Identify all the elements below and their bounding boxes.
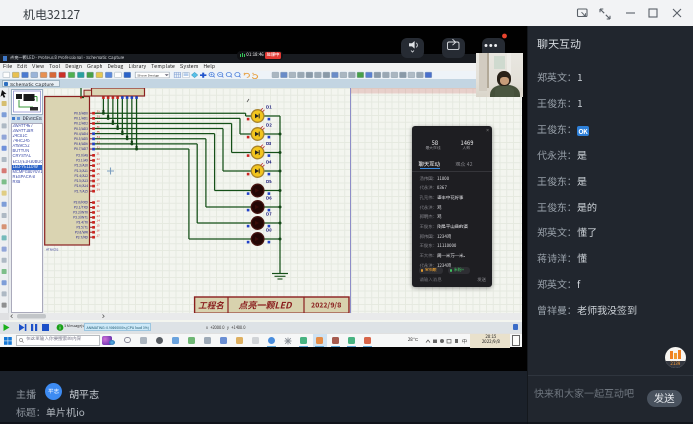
- svg-text:24: 24: [97, 167, 101, 171]
- svg-text:28: 28: [97, 188, 101, 192]
- svg-text:17: 17: [96, 234, 101, 238]
- svg-text:26: 26: [97, 177, 101, 181]
- svg-text:中: 中: [462, 338, 467, 344]
- svg-text:21: 21: [97, 152, 101, 156]
- svg-text:D3: D3: [266, 141, 271, 147]
- svg-text:D7: D7: [266, 212, 271, 218]
- svg-text:D4: D4: [266, 160, 273, 166]
- svg-text:13: 13: [96, 214, 101, 218]
- svg-text:11: 11: [96, 204, 101, 208]
- svg-text:15: 15: [96, 224, 101, 228]
- svg-text:23: 23: [97, 162, 101, 166]
- svg-text:14: 14: [96, 219, 101, 223]
- svg-text:D6: D6: [266, 196, 272, 202]
- svg-text:P3.7/RD: P3.7/RD: [76, 234, 88, 239]
- svg-text:工程名: 工程名: [198, 299, 224, 311]
- svg-text:16: 16: [96, 229, 101, 233]
- svg-text:D1: D1: [266, 105, 272, 111]
- svg-text:Show Design: Show Design: [137, 73, 159, 77]
- svg-text:i: i: [59, 324, 60, 331]
- svg-text:点亮一颗LED: 点亮一颗LED: [238, 299, 293, 312]
- svg-text:12: 12: [96, 209, 101, 213]
- svg-text:P2.7/A15: P2.7/A15: [75, 188, 89, 193]
- svg-text:27: 27: [97, 182, 101, 186]
- svg-text:D5: D5: [266, 179, 272, 185]
- svg-text:AT89C52: AT89C52: [46, 248, 59, 252]
- svg-text:2022/9/8: 2022/9/8: [311, 301, 342, 311]
- svg-text:D8: D8: [266, 228, 271, 234]
- svg-text:25: 25: [97, 172, 101, 176]
- svg-text:P0.7/AD7: P0.7/AD7: [74, 146, 88, 151]
- svg-text:22: 22: [97, 157, 101, 161]
- svg-text:D2: D2: [266, 123, 272, 129]
- svg-text:10: 10: [96, 199, 101, 203]
